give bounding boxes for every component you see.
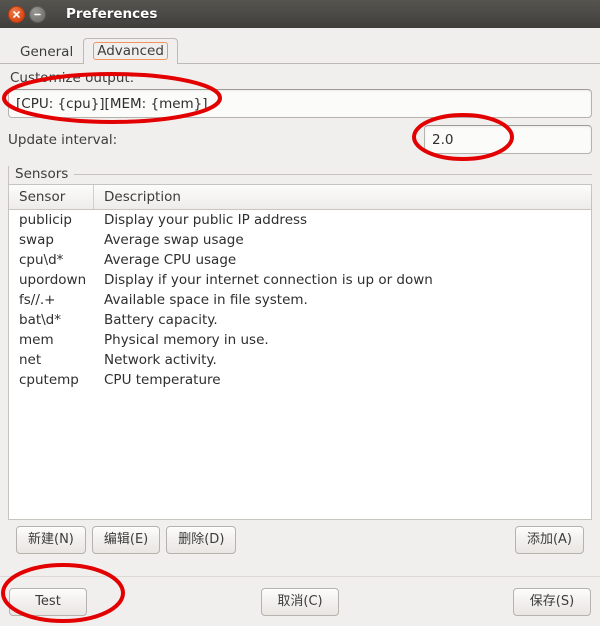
- sensors-table[interactable]: Sensor Description publicip Display your…: [9, 184, 592, 520]
- cell-sensor: upordown: [19, 272, 87, 288]
- table-row[interactable]: mem Physical memory in use.: [9, 330, 591, 350]
- close-icon[interactable]: [8, 5, 25, 23]
- update-interval-label: Update interval:: [8, 131, 118, 148]
- cell-sensor: cputemp: [19, 372, 79, 388]
- delete-sensor-button[interactable]: 删除(D): [166, 526, 237, 554]
- minimize-icon[interactable]: [29, 5, 46, 23]
- cell-sensor: mem: [19, 332, 54, 348]
- cell-sensor: swap: [19, 232, 54, 248]
- cancel-button-wrap: 取消(C): [0, 587, 600, 616]
- cell-description: Available space in file system.: [104, 292, 308, 308]
- sensors-group-label: Sensors: [15, 166, 69, 182]
- column-header-sensor[interactable]: Sensor: [9, 185, 94, 209]
- sensors-group-title: Sensors: [9, 166, 592, 182]
- cell-sensor: publicip: [19, 212, 72, 228]
- table-row[interactable]: upordown Display if your internet connec…: [9, 270, 591, 290]
- customize-output-label: Customize output:: [10, 70, 135, 86]
- cancel-button[interactable]: 取消(C): [261, 587, 339, 616]
- advanced-tab-panel: Customize output: [CPU: {cpu}][MEM: {mem…: [0, 64, 600, 554]
- table-row[interactable]: net Network activity.: [9, 350, 591, 370]
- update-interval-row: Update interval: 2.0: [8, 125, 592, 154]
- cell-description: Display your public IP address: [104, 212, 308, 228]
- cell-description: CPU temperature: [104, 372, 221, 388]
- cell-sensor: net: [19, 352, 42, 368]
- customize-output-input[interactable]: [CPU: {cpu}][MEM: {mem}]: [8, 89, 592, 118]
- save-button[interactable]: 保存(S): [513, 587, 591, 616]
- edit-sensor-button[interactable]: 编辑(E): [91, 526, 161, 554]
- group-divider: [74, 173, 592, 175]
- table-row[interactable]: fs//.+ Available space in file system.: [9, 290, 591, 310]
- tab-general[interactable]: General: [10, 40, 83, 64]
- table-row[interactable]: cputemp CPU temperature: [9, 370, 591, 390]
- sensors-group: Sensors Sensor Description publicip Disp…: [8, 166, 592, 520]
- cell-sensor: fs//.+: [19, 292, 56, 308]
- table-row[interactable]: cpu\d* Average CPU usage: [9, 250, 591, 270]
- table-row[interactable]: bat\d* Battery capacity.: [9, 310, 591, 330]
- cell-description: Physical memory in use.: [104, 332, 269, 348]
- update-interval-input[interactable]: 2.0: [424, 125, 592, 154]
- add-sensor-button[interactable]: 添加(A): [514, 526, 584, 554]
- window-titlebar: Preferences: [0, 0, 600, 28]
- cell-description: Average CPU usage: [104, 252, 237, 268]
- table-row[interactable]: publicip Display your public IP address: [9, 210, 591, 230]
- tab-advanced-label: Advanced: [93, 42, 168, 60]
- cell-sensor: bat\d*: [19, 312, 62, 328]
- tab-general-label: General: [20, 44, 74, 60]
- tab-bar: General Advanced: [0, 38, 600, 64]
- new-sensor-button[interactable]: 新建(N): [16, 526, 86, 554]
- cell-description: Network activity.: [104, 352, 217, 368]
- sensors-table-header: Sensor Description: [9, 185, 591, 210]
- sensor-list-button-row: 新建(N) 编辑(E) 删除(D) 添加(A): [8, 520, 592, 554]
- dialog-action-row: Test 取消(C) 保存(S): [0, 576, 600, 626]
- cell-description: Average swap usage: [104, 232, 244, 248]
- table-row[interactable]: swap Average swap usage: [9, 230, 591, 250]
- window-title: Preferences: [66, 6, 158, 22]
- cell-sensor: cpu\d*: [19, 252, 64, 268]
- column-header-description[interactable]: Description: [94, 185, 591, 209]
- cell-description: Display if your internet connection is u…: [104, 272, 433, 288]
- tab-advanced[interactable]: Advanced: [83, 38, 178, 64]
- test-button[interactable]: Test: [9, 587, 87, 616]
- cell-description: Battery capacity.: [104, 312, 218, 328]
